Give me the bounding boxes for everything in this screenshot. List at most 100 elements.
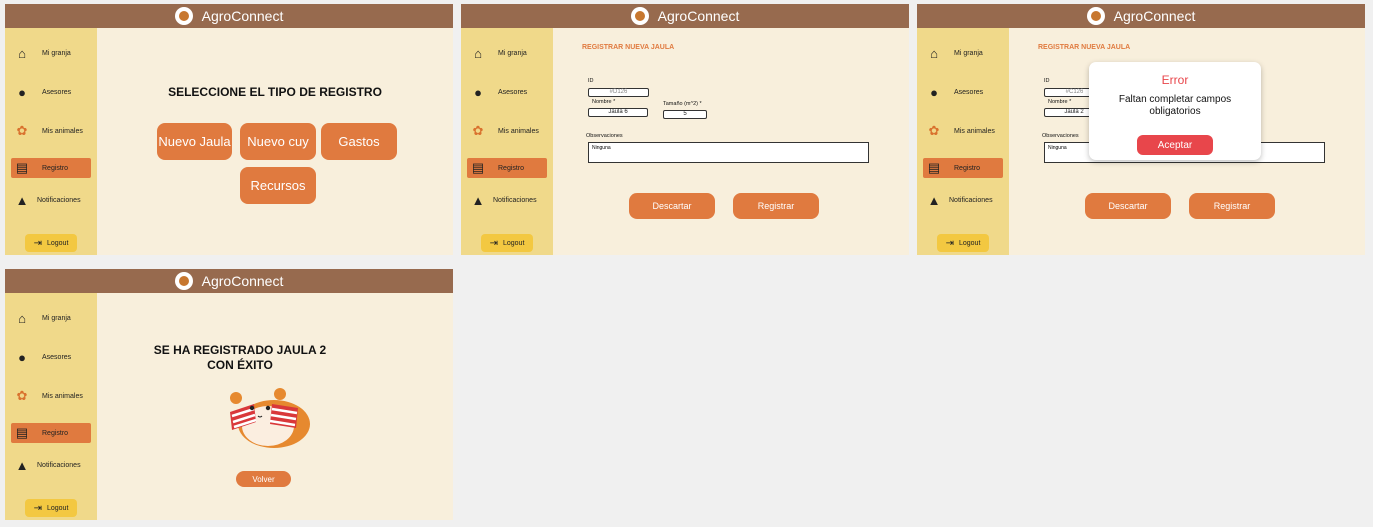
app-title: AgroConnect bbox=[657, 8, 740, 24]
sidebar-item-mi-granja[interactable]: ⌂ Mi granja bbox=[923, 43, 1003, 63]
app-logo-icon bbox=[174, 272, 193, 290]
guinea-pig-icon: ✿ bbox=[16, 388, 28, 403]
hat-icon: ● bbox=[18, 84, 26, 100]
size-field[interactable]: 5 bbox=[663, 110, 707, 119]
sidebar-item-notificaciones[interactable]: ▲ Notificaciones bbox=[11, 190, 91, 210]
main-content: SE HA REGISTRADO JAULA 2 CON ÉXITO Volve… bbox=[97, 293, 453, 520]
logout-button[interactable]: ⇥ Logout bbox=[937, 234, 989, 252]
size-label: Tamaño (m^2) * bbox=[663, 101, 702, 107]
top-bar: AgroConnect bbox=[461, 4, 909, 28]
sidebar-item-registro[interactable]: ▤ Registro bbox=[11, 423, 91, 443]
main-content: REGISTRAR NUEVA JAULA ID #D126 Nombre * … bbox=[553, 28, 909, 255]
logout-icon: ⇥ bbox=[33, 502, 42, 514]
sidebar: ⌂ Mi granja ● Asesores ✿ Mis animales ▤ … bbox=[5, 28, 97, 255]
clipboard-icon: ▤ bbox=[15, 425, 29, 440]
guinea-pig-icon: ✿ bbox=[16, 123, 28, 138]
top-bar: AgroConnect bbox=[5, 4, 453, 28]
new-guinea-pig-button[interactable]: Nuevo cuy bbox=[240, 123, 316, 160]
back-button[interactable]: Volver bbox=[236, 471, 291, 487]
logout-button[interactable]: ⇥ Logout bbox=[25, 234, 77, 252]
sidebar-item-mi-granja[interactable]: ⌂ Mi granja bbox=[11, 43, 91, 63]
id-field[interactable]: #D126 bbox=[588, 88, 649, 97]
app-logo-icon bbox=[174, 7, 193, 25]
screen-register-success: AgroConnect ⌂ Mi granja ● Asesores ✿ Mis… bbox=[5, 269, 453, 520]
register-button[interactable]: Registrar bbox=[733, 193, 819, 219]
logout-icon: ⇥ bbox=[489, 237, 498, 249]
sidebar-item-asesores[interactable]: ● Asesores bbox=[467, 82, 547, 102]
sidebar-item-mis-animales[interactable]: ✿ Mis animales bbox=[11, 121, 91, 141]
sidebar-item-mi-granja[interactable]: ⌂ Mi granja bbox=[467, 43, 547, 63]
register-button[interactable]: Registrar bbox=[1189, 193, 1275, 219]
top-bar: AgroConnect bbox=[5, 269, 453, 293]
id-label: ID bbox=[588, 78, 594, 84]
discard-button[interactable]: Descartar bbox=[1085, 193, 1171, 219]
sidebar: ⌂ Mi granja ● Asesores ✿ Mis animales ▤ … bbox=[5, 293, 97, 520]
app-title: AgroConnect bbox=[1113, 8, 1196, 24]
observations-field[interactable]: Ninguna bbox=[588, 142, 869, 163]
logout-icon: ⇥ bbox=[33, 237, 42, 249]
bell-icon: ▲ bbox=[927, 192, 941, 208]
sidebar: ⌂ Mi granja ● Asesores ✿ Mis animales ▤ … bbox=[461, 28, 553, 255]
name-label: Nombre * bbox=[1048, 99, 1072, 105]
clipboard-icon: ▤ bbox=[15, 160, 29, 175]
sidebar-item-asesores[interactable]: ● Asesores bbox=[11, 347, 91, 367]
name-field[interactable]: Jaula 6 bbox=[588, 108, 648, 117]
bell-icon: ▲ bbox=[471, 192, 485, 208]
sidebar-item-notificaciones[interactable]: ▲ Notificaciones bbox=[467, 190, 547, 210]
sidebar-item-registro[interactable]: ▤ Registro bbox=[467, 158, 547, 178]
main-content: SELECCIONE EL TIPO DE REGISTRO Nuevo Jau… bbox=[97, 28, 453, 255]
resources-button[interactable]: Recursos bbox=[240, 167, 316, 204]
id-label: ID bbox=[1044, 78, 1050, 84]
screen-select-register-type: AgroConnect ⌂ Mi granja ● Asesores ✿ Mis… bbox=[5, 4, 453, 255]
sidebar-item-asesores[interactable]: ● Asesores bbox=[923, 82, 1003, 102]
bell-icon: ▲ bbox=[15, 192, 29, 208]
barn-icon: ⌂ bbox=[18, 310, 26, 326]
app-title: AgroConnect bbox=[201, 8, 284, 24]
sidebar-item-mis-animales[interactable]: ✿ Mis animales bbox=[467, 121, 547, 141]
new-cage-button[interactable]: Nuevo Jaula bbox=[157, 123, 232, 160]
clipboard-icon: ▤ bbox=[471, 160, 485, 175]
observations-label: Observaciones bbox=[1042, 133, 1079, 139]
form-title: REGISTRAR NUEVA JAULA bbox=[1038, 44, 1131, 51]
sidebar-item-notificaciones[interactable]: ▲ Notificaciones bbox=[923, 190, 1003, 210]
sidebar-item-notificaciones[interactable]: ▲ Notificaciones bbox=[11, 455, 91, 475]
hat-icon: ● bbox=[474, 84, 482, 100]
screen-register-cage: AgroConnect ⌂ Mi granja ● Asesores ✿ Mis… bbox=[461, 4, 909, 255]
discard-button[interactable]: Descartar bbox=[629, 193, 715, 219]
guinea-pig-illustration bbox=[230, 388, 310, 448]
error-modal-title: Error bbox=[1161, 73, 1189, 87]
guinea-pig-icon: ✿ bbox=[928, 123, 940, 138]
sidebar-item-mis-animales[interactable]: ✿ Mis animales bbox=[923, 121, 1003, 141]
page-heading: SELECCIONE EL TIPO DE REGISTRO bbox=[168, 85, 382, 99]
success-message: SE HA REGISTRADO JAULA 2 CON ÉXITO bbox=[153, 343, 327, 372]
app-logo-icon bbox=[1086, 7, 1105, 25]
hat-icon: ● bbox=[18, 349, 26, 365]
hat-icon: ● bbox=[930, 84, 938, 100]
accept-button[interactable]: Aceptar bbox=[1137, 135, 1213, 155]
observations-label: Observaciones bbox=[586, 133, 623, 139]
app-logo-icon bbox=[630, 7, 649, 25]
guinea-pig-icon: ✿ bbox=[472, 123, 484, 138]
error-modal-message: Faltan completar campos obligatorios bbox=[1118, 94, 1232, 117]
clipboard-icon: ▤ bbox=[927, 160, 941, 175]
expenses-button[interactable]: Gastos bbox=[321, 123, 397, 160]
logout-icon: ⇥ bbox=[945, 237, 954, 249]
barn-icon: ⌂ bbox=[18, 45, 26, 61]
bell-icon: ▲ bbox=[15, 457, 29, 473]
barn-icon: ⌂ bbox=[474, 45, 482, 61]
logout-button[interactable]: ⇥ Logout bbox=[481, 234, 533, 252]
sidebar-item-asesores[interactable]: ● Asesores bbox=[11, 82, 91, 102]
sidebar: ⌂ Mi granja ● Asesores ✿ Mis animales ▤ … bbox=[917, 28, 1009, 255]
screen-register-cage-error: AgroConnect ⌂ Mi granja ● Asesores ✿ Mis… bbox=[917, 4, 1365, 255]
sidebar-item-registro[interactable]: ▤ Registro bbox=[11, 158, 91, 178]
barn-icon: ⌂ bbox=[930, 45, 938, 61]
top-bar: AgroConnect bbox=[917, 4, 1365, 28]
app-title: AgroConnect bbox=[201, 273, 284, 289]
name-label: Nombre * bbox=[592, 99, 616, 105]
form-title: REGISTRAR NUEVA JAULA bbox=[582, 44, 675, 51]
logout-button[interactable]: ⇥ Logout bbox=[25, 499, 77, 517]
sidebar-item-mi-granja[interactable]: ⌂ Mi granja bbox=[11, 308, 91, 328]
sidebar-item-registro[interactable]: ▤ Registro bbox=[923, 158, 1003, 178]
error-modal: Error Faltan completar campos obligatori… bbox=[1089, 62, 1261, 160]
sidebar-item-mis-animales[interactable]: ✿ Mis animales bbox=[11, 386, 91, 406]
